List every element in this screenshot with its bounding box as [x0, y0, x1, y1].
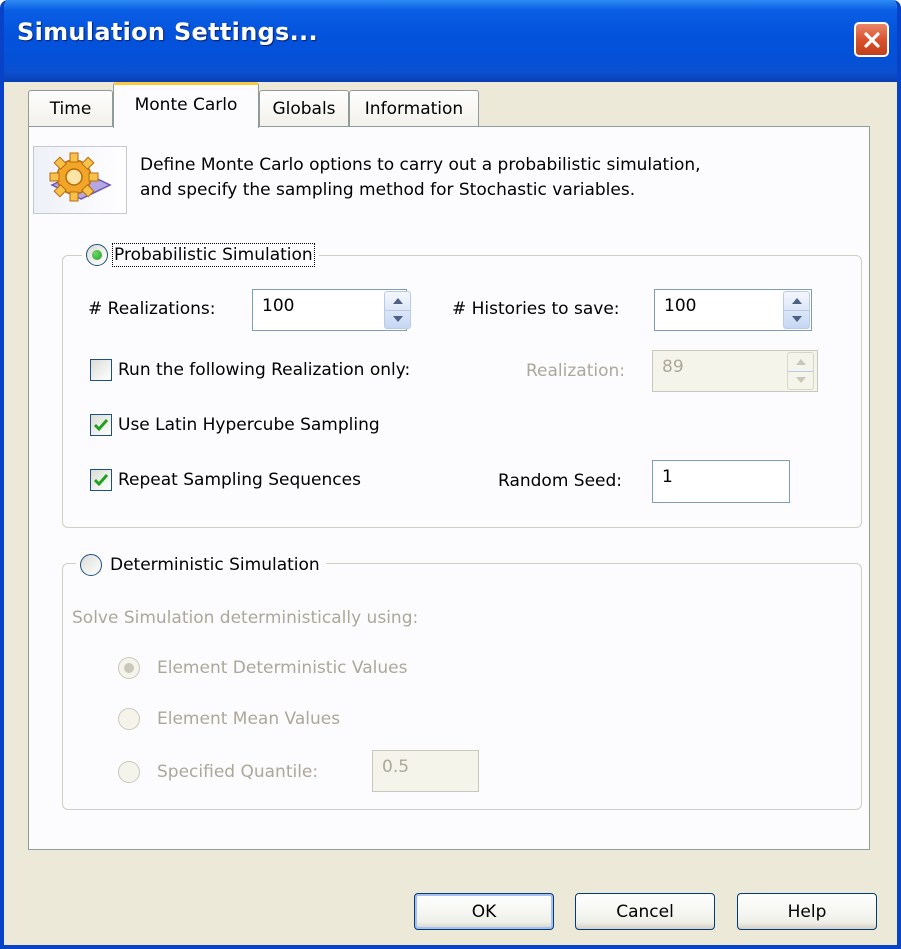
spin-up-icon[interactable]	[385, 292, 410, 311]
close-button[interactable]	[854, 22, 889, 57]
quantile-label: Specified Quantile:	[157, 762, 319, 782]
checkmark-icon	[93, 474, 109, 487]
opt-values-row: Element Deterministic Values	[118, 657, 407, 679]
run-only-label[interactable]: Run the following Realization only:	[118, 360, 410, 380]
seed-input[interactable]: 1	[652, 460, 790, 503]
repeat-checkbox[interactable]	[90, 469, 112, 491]
run-only-row: Run the following Realization only:	[90, 359, 410, 381]
realization-spinner	[787, 352, 814, 390]
tab-information[interactable]: Information	[349, 90, 479, 126]
deterministic-radio[interactable]	[80, 554, 102, 576]
close-icon	[863, 31, 880, 48]
spin-up-icon	[788, 353, 813, 372]
values-radio	[118, 657, 140, 679]
opt-quantile-row: Specified Quantile:	[118, 761, 318, 783]
spin-down-icon	[788, 372, 813, 390]
realization-label: Realization:	[526, 361, 626, 381]
help-button[interactable]: Help	[737, 893, 877, 930]
deterministic-label[interactable]: Deterministic Simulation	[110, 555, 320, 575]
seed-label: Random Seed:	[498, 471, 623, 491]
lhs-row: Use Latin Hypercube Sampling	[90, 414, 380, 436]
probabilistic-legend: Probabilistic Simulation	[82, 240, 319, 270]
realizations-spinner[interactable]	[384, 291, 411, 329]
info-description: Define Monte Carlo options to carry out …	[140, 155, 701, 200]
checkmark-icon	[93, 419, 109, 432]
realizations-label: # Realizations:	[88, 299, 216, 319]
quantile-radio	[118, 761, 140, 783]
mean-label: Element Mean Values	[157, 709, 341, 729]
spin-up-icon[interactable]	[784, 292, 809, 311]
ok-button[interactable]: OK	[414, 893, 554, 930]
title-bar[interactable]: Simulation Settings...	[4, 0, 897, 82]
histories-spinner[interactable]	[783, 291, 810, 329]
mean-radio	[118, 708, 140, 730]
histories-label: # Histories to save:	[452, 299, 620, 319]
probabilistic-radio[interactable]	[86, 244, 108, 266]
window-title: Simulation Settings...	[17, 18, 318, 46]
monte-carlo-icon	[33, 146, 127, 214]
lhs-checkbox[interactable]	[90, 414, 112, 436]
run-only-checkbox[interactable]	[90, 359, 112, 381]
repeat-label[interactable]: Repeat Sampling Sequences	[118, 470, 361, 490]
values-label: Element Deterministic Values	[157, 658, 408, 678]
tab-monte-carlo[interactable]: Monte Carlo	[113, 82, 259, 128]
spin-down-icon[interactable]	[784, 311, 809, 329]
solve-label: Solve Simulation deterministically using…	[72, 608, 419, 628]
deterministic-legend: Deterministic Simulation	[76, 550, 326, 580]
tab-globals[interactable]: Globals	[259, 90, 349, 126]
cancel-button[interactable]: Cancel	[575, 893, 715, 930]
lhs-label[interactable]: Use Latin Hypercube Sampling	[118, 415, 380, 435]
repeat-row: Repeat Sampling Sequences	[90, 469, 361, 491]
tab-time[interactable]: Time	[28, 90, 113, 126]
spin-down-icon[interactable]	[385, 311, 410, 329]
quantile-input: 0.5	[372, 750, 479, 792]
probabilistic-label[interactable]: Probabilistic Simulation	[112, 243, 315, 267]
opt-mean-row: Element Mean Values	[118, 708, 340, 730]
